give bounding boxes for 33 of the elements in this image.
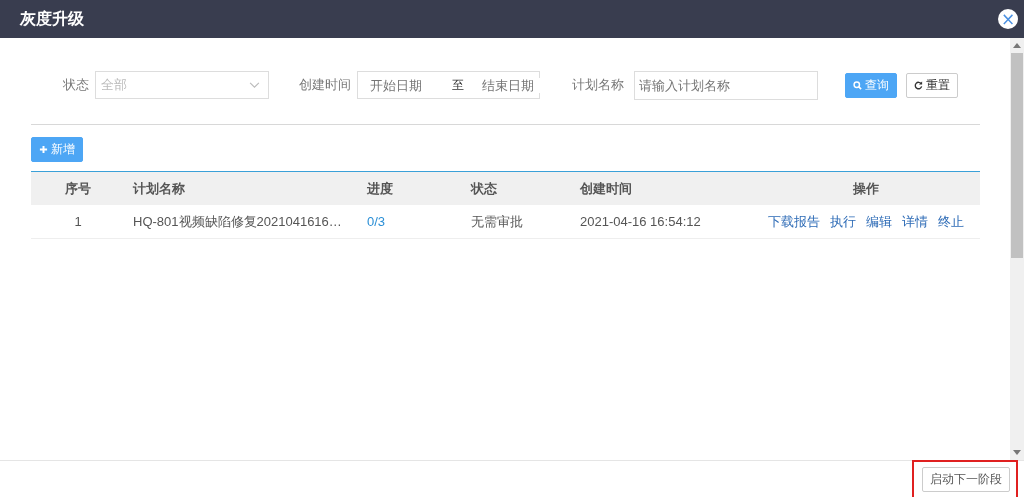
progress-link[interactable]: 0/3 <box>367 214 386 229</box>
filter-label: 创建时间 <box>299 76 351 94</box>
action-link[interactable]: 详情 <box>901 213 928 229</box>
table-cell: 2021-04-16 16:54:12 <box>580 214 701 229</box>
reset-button[interactable]: 重置 <box>906 72 958 98</box>
table-cell: HQ-801视频缺陷修复2021041616… <box>133 213 342 229</box>
column-header: 状态 <box>463 171 572 205</box>
action-link[interactable]: 终止 <box>937 213 964 229</box>
plus-icon <box>39 145 48 154</box>
scroll-thumb[interactable] <box>1011 53 1023 258</box>
action-link[interactable]: 下载报告 <box>767 213 820 229</box>
table-cell: 1 <box>74 214 82 229</box>
column-header: 创建时间 <box>572 171 751 205</box>
column-header: 进度 <box>359 171 463 205</box>
scroll-down-icon[interactable] <box>1013 450 1021 455</box>
column-header: 序号 <box>31 171 125 205</box>
plan-name-field[interactable]: 请输入计划名称 <box>634 70 818 100</box>
range-separator: 至 <box>452 76 464 94</box>
next-stage-button[interactable]: 启动下一阶段 <box>922 466 1010 492</box>
column-header: 计划名称 <box>125 171 359 205</box>
search-icon <box>853 80 862 90</box>
table-cell: 无需审批 <box>471 213 523 229</box>
refresh-icon <box>914 80 923 90</box>
action-link[interactable]: 编辑 <box>865 213 892 229</box>
filter-label: 计划名称 <box>572 76 624 94</box>
scroll-up-icon[interactable] <box>1013 43 1021 48</box>
filter-label: 状态 <box>63 76 89 94</box>
action-link[interactable]: 执行 <box>829 213 856 229</box>
scrollbar[interactable] <box>1010 38 1024 460</box>
column-header: 操作 <box>751 171 980 205</box>
dialog-title: 灰度升级 <box>20 8 84 29</box>
close-button[interactable]: × <box>998 9 1018 29</box>
chevron-icon <box>249 81 260 89</box>
